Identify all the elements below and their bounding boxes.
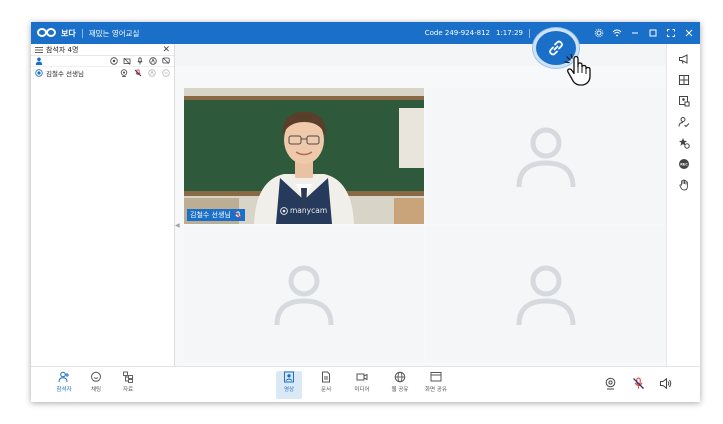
participants-panel: 참석자 4명 ✕ 김철수 선생님 (31, 44, 175, 366)
column-icons (110, 57, 170, 65)
raise-hand-icon[interactable] (667, 174, 700, 195)
presenter-status-icon[interactable] (148, 68, 156, 77)
video-off-column-icon[interactable] (123, 57, 131, 65)
document-icon (322, 371, 330, 383)
presenter-video-tile[interactable]: manycam 김철수 선생님 (184, 88, 424, 224)
chat-icon (91, 371, 101, 382)
web-share-tab-label: 웹 공유 (391, 387, 409, 393)
person-icon (35, 57, 43, 65)
wifi-icon (608, 22, 626, 44)
settings-icon[interactable] (590, 22, 608, 44)
participants-tab-label: 참석자 (56, 387, 72, 393)
media-tab-label: 미디어 (354, 387, 370, 393)
empty-video-tile (426, 88, 666, 224)
speaker-toggle-button[interactable] (659, 375, 673, 390)
title-divider (81, 28, 83, 38)
maximize-icon[interactable] (644, 22, 662, 44)
webcam-column-icon[interactable] (110, 57, 118, 65)
bottom-toolbar: 참석자 채팅 자료 영상 문서 미디어 웹 공유 화면 공유 (31, 366, 700, 402)
minimize-icon[interactable] (626, 22, 644, 44)
panel-collapse-arrow[interactable]: ◀ (175, 222, 180, 229)
video-share-tab-label: 영상 (283, 387, 295, 393)
app-window: 보다 재밌는 영어교실 Code 249-924-812 1:17:29 참석자… (31, 22, 700, 402)
chat-tab-label: 채팅 (90, 387, 102, 393)
class-name: 재밌는 영어교실 (88, 28, 140, 38)
empty-video-tile (426, 226, 666, 362)
announcement-icon[interactable] (667, 48, 700, 69)
time-divider (529, 28, 530, 38)
right-toolbar: REC (666, 44, 700, 366)
presenter-column-icon[interactable] (149, 57, 157, 65)
document-tab-label: 문서 (320, 387, 332, 393)
participant-name: 김철수 선생님 (46, 69, 84, 78)
web-share-icon (394, 371, 406, 383)
logo-mark (37, 28, 59, 38)
hand-pointer-icon (564, 54, 591, 86)
video-share-icon (284, 371, 294, 383)
menu-icon[interactable] (35, 46, 43, 53)
document-tab[interactable]: 문서 (313, 371, 339, 399)
files-icon (123, 371, 133, 383)
placeholder-avatar-icon (274, 265, 334, 326)
participants-count: 참석자 4명 (46, 45, 79, 54)
web-share-tab[interactable]: 웹 공유 (387, 371, 413, 399)
presenter-video-image (184, 88, 424, 224)
manycam-logo-icon (280, 206, 288, 215)
webcam-icon (605, 377, 616, 390)
participant-row[interactable]: 김철수 선생님 (31, 67, 174, 78)
microphone-toggle-button[interactable] (632, 375, 646, 389)
webcam-toggle-button[interactable] (604, 375, 618, 390)
chat-status-icon[interactable] (162, 68, 170, 77)
screen-share-tab-label: 화면 공유 (425, 387, 447, 393)
participant-status-icons (120, 68, 170, 77)
video-share-tab[interactable]: 영상 (276, 371, 302, 399)
mic-muted-icon (633, 377, 644, 389)
files-tab[interactable]: 자료 (115, 371, 141, 399)
presenter-name-tag: 김철수 선생님 (187, 209, 245, 221)
presenter-mic-muted-icon (234, 211, 242, 219)
close-icon[interactable] (680, 22, 698, 44)
media-icon (356, 373, 368, 381)
speaker-icon (660, 377, 672, 390)
record-icon[interactable]: REC (667, 153, 700, 174)
app-name: 보다 (61, 28, 76, 38)
placeholder-avatar-icon (516, 265, 576, 326)
panel-close-icon[interactable]: ✕ (162, 45, 170, 55)
files-tab-label: 자료 (122, 387, 134, 393)
empty-video-tile (184, 226, 424, 362)
manycam-text: manycam (290, 206, 328, 215)
titlebar: 보다 재밌는 영어교실 Code 249-924-812 1:17:29 (31, 22, 700, 44)
participants-header: 참석자 4명 ✕ (31, 44, 174, 56)
placeholder-avatar-icon (516, 127, 576, 188)
screen-share-tab[interactable]: 화면 공유 (423, 371, 449, 399)
svg-text:REC: REC (680, 162, 688, 166)
fullscreen-icon[interactable] (662, 22, 680, 44)
elapsed-time: 1:17:29 (496, 29, 523, 37)
participants-icon (58, 371, 69, 383)
webcam-on-icon[interactable] (120, 68, 128, 77)
attendance-icon[interactable] (667, 111, 700, 132)
chat-tab[interactable]: 채팅 (83, 371, 109, 399)
video-stage: ◀ manycam 김철수 선생님 (175, 44, 666, 366)
link-icon (549, 40, 563, 56)
meeting-code: Code 249-924-812 (424, 29, 490, 37)
app-logo: 보다 (37, 28, 76, 39)
participants-column-header (31, 56, 174, 67)
mic-column-icon[interactable] (136, 57, 144, 65)
layout-icon[interactable] (667, 69, 700, 90)
reward-star-icon[interactable] (667, 132, 700, 153)
host-badge-icon (35, 68, 43, 77)
participants-tab[interactable]: 참석자 (51, 371, 77, 399)
presenter-name: 김철수 선생님 (190, 211, 231, 219)
screen-share-icon (430, 372, 442, 382)
media-tab[interactable]: 미디어 (349, 371, 375, 399)
presenter-layout-icon[interactable] (667, 90, 700, 111)
chat-block-column-icon[interactable] (162, 57, 170, 65)
mic-muted-icon[interactable] (134, 68, 142, 77)
manycam-watermark: manycam (280, 206, 327, 215)
